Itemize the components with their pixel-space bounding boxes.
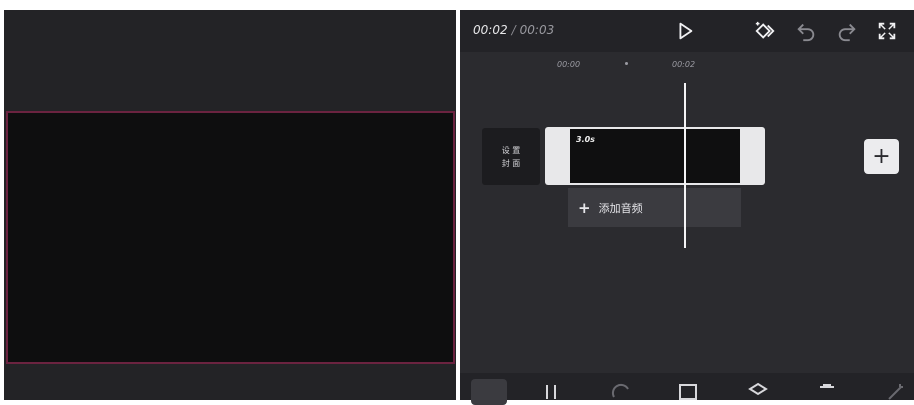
preview-panel — [4, 10, 456, 400]
undo-icon[interactable] — [793, 18, 819, 44]
keyframe-icon[interactable] — [752, 18, 778, 44]
current-time: 00:02 — [473, 23, 508, 37]
add-clip-plus-icon: + — [872, 144, 891, 169]
time-display: 00:02/00:03 — [473, 23, 554, 37]
cover-label-line2: 封 面 — [501, 158, 521, 168]
set-cover-button[interactable]: 设 置 封 面 — [482, 128, 540, 185]
cover-label-line1: 设 置 — [501, 145, 521, 155]
time-separator: / — [511, 23, 516, 37]
bottom-toolbar — [460, 373, 914, 405]
redo-icon[interactable] — [834, 18, 860, 44]
play-icon[interactable] — [672, 18, 698, 44]
playhead[interactable] — [684, 83, 686, 248]
clip-duration: 3.0s — [576, 135, 595, 144]
editor-topbar: 00:02/00:03 — [460, 10, 914, 52]
editor-panel: 00:02/00:03 00:00 00:02 设 置 封 面 3.0s + 添… — [460, 10, 914, 405]
add-audio-label: 添加音频 — [598, 201, 643, 215]
ruler-dot — [625, 62, 628, 65]
ruler-tick-0: 00:00 — [557, 60, 581, 69]
app-stage: 00:02/00:03 00:00 00:02 设 置 封 面 3.0s + 添… — [0, 0, 914, 405]
ruler-tick-1: 00:02 — [672, 60, 696, 69]
add-clip-button[interactable]: + — [864, 139, 899, 174]
fullscreen-icon[interactable] — [874, 18, 900, 44]
add-audio-button[interactable]: + 添加音频 — [568, 188, 741, 227]
total-time: 00:03 — [519, 23, 555, 37]
video-clip[interactable]: 3.0s — [545, 127, 765, 185]
clip-thumbnail: 3.0s — [570, 129, 740, 183]
video-preview-canvas[interactable] — [6, 111, 455, 364]
selected-tool-slot[interactable] — [471, 379, 507, 405]
plus-icon: + — [578, 198, 591, 217]
